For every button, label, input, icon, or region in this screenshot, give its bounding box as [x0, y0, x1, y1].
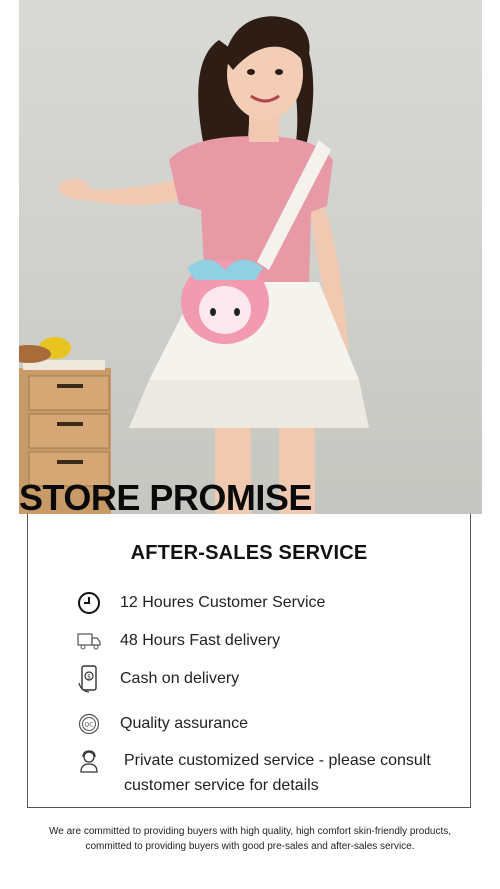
commitment-note: We are committed to providing buyers wit… [48, 826, 452, 852]
service-item-fast-delivery: 48 Hours Fast delivery [76, 628, 450, 654]
service-item-label: 48 Hours Fast delivery [120, 632, 281, 649]
service-item-label: 12 Houres Customer Service [120, 594, 326, 611]
service-item-label: Cash on delivery [120, 670, 240, 687]
cash-phone-icon: $ [76, 665, 102, 693]
after-sales-service-panel: AFTER-SALES SERVICE 12 Houres Customer S… [27, 514, 471, 808]
character-bag [181, 259, 269, 344]
service-item-customer-service: 12 Houres Customer Service [76, 590, 450, 616]
service-item-label: Quality assurance [120, 715, 249, 732]
svg-text:QC: QC [85, 722, 94, 729]
delivery-truck-icon [76, 628, 102, 654]
clock-icon [76, 590, 102, 616]
service-item-cash-on-delivery: $ Cash on delivery [76, 665, 450, 693]
product-photo [19, 0, 482, 514]
girl-model-illustration [19, 16, 369, 514]
store-promise-title: STORE PROMISE [19, 477, 312, 518]
service-item-quality-assurance: QC Quality assurance [76, 711, 450, 737]
service-item-private-customized: Private customized service - please cons… [76, 748, 450, 798]
service-item-label: Private customized service - please cons… [124, 752, 431, 794]
quality-badge-icon: QC [76, 711, 102, 737]
service-heading: AFTER-SALES SERVICE [130, 542, 368, 564]
svg-text:$: $ [87, 674, 91, 681]
customer-agent-icon [76, 748, 102, 774]
